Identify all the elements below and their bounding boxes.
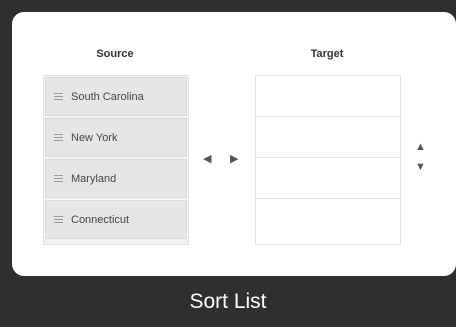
source-item-maryland[interactable]: Maryland <box>45 159 187 198</box>
drag-handle-icon[interactable] <box>54 134 63 141</box>
sort-list-card: Source Target South Carolina New York Ma… <box>0 0 456 327</box>
source-item-new-york[interactable]: New York <box>45 118 187 157</box>
target-slot[interactable] <box>256 158 400 199</box>
drag-handle-icon[interactable] <box>54 175 63 182</box>
source-item-south-carolina[interactable]: South Carolina <box>45 77 187 116</box>
source-item-label: Maryland <box>71 172 117 185</box>
source-item-label: New York <box>71 131 118 144</box>
move-down-icon[interactable]: ▼ <box>415 162 426 173</box>
footer-caption: Sort List <box>0 276 456 327</box>
drag-handle-icon[interactable] <box>54 216 63 223</box>
source-item-label: Connecticut <box>71 213 130 226</box>
target-list[interactable] <box>255 75 401 245</box>
move-right-icon[interactable]: ▶ <box>230 154 238 165</box>
source-list: South Carolina New York Maryland Connect… <box>43 75 189 245</box>
move-left-icon[interactable]: ◀ <box>203 154 211 165</box>
drag-handle-icon[interactable] <box>54 93 63 100</box>
target-slot[interactable] <box>256 76 400 117</box>
target-slot[interactable] <box>256 199 400 240</box>
source-item-label: South Carolina <box>71 90 144 103</box>
source-item-connecticut[interactable]: Connecticut <box>45 200 187 239</box>
target-slot[interactable] <box>256 117 400 158</box>
target-title: Target <box>310 48 344 60</box>
source-title: Source <box>96 48 134 60</box>
move-up-icon[interactable]: ▲ <box>415 142 426 153</box>
